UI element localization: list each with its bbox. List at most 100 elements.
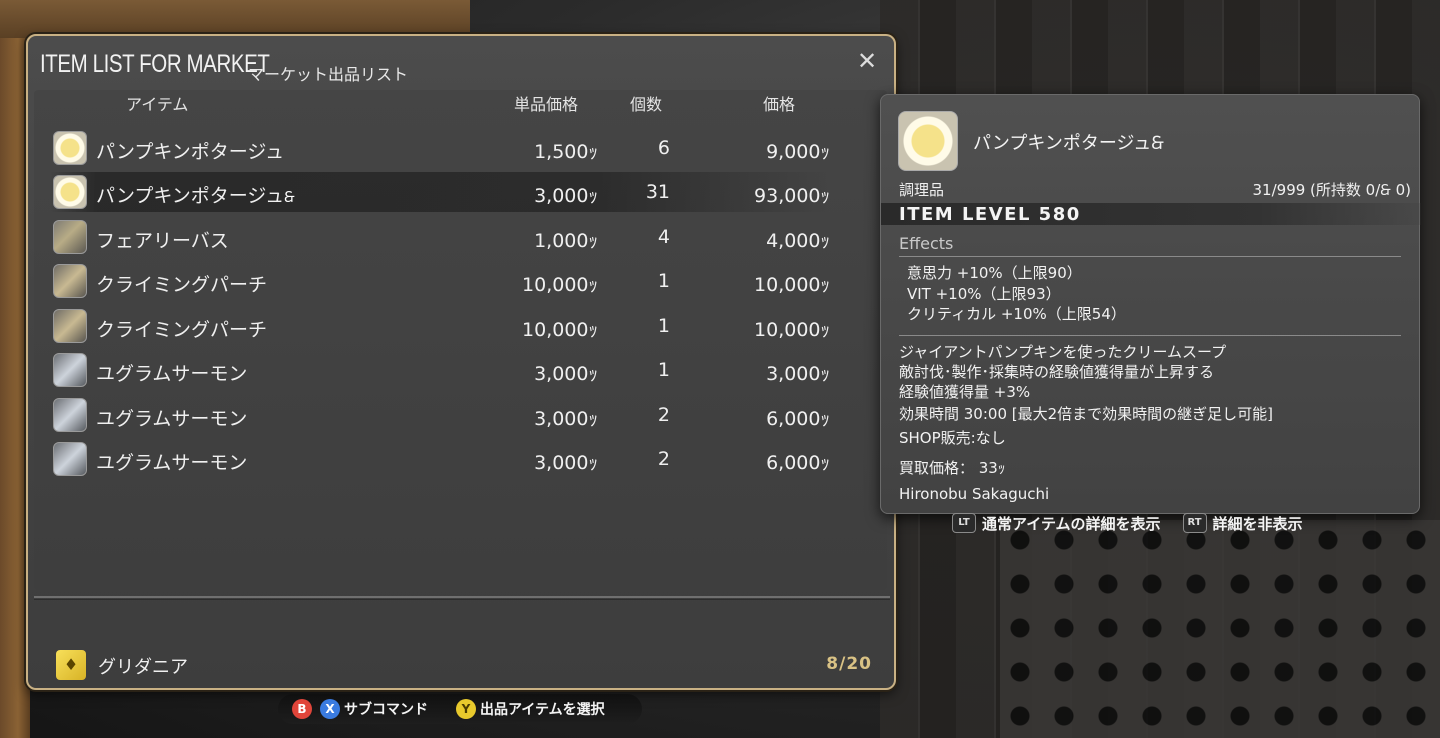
item-quantity: 2 — [657, 404, 670, 426]
item-detail-tooltip: パンプキンポタージュ🙲 調理品 31/999 (所持数 0/🙲 0) ITEM … — [880, 94, 1421, 514]
description-line: 効果時間 30:00 [最大2倍まで効果時間の継ぎ足し可能] — [899, 405, 1274, 423]
background-wood-top — [0, 0, 470, 38]
x-button-icon: X — [320, 699, 340, 719]
item-unit-price: 1,000ｯ — [534, 230, 598, 252]
hint-subcommand-label: サブコマンド — [344, 702, 428, 718]
fish-icon — [53, 220, 87, 254]
item-quantity: 2 — [657, 448, 670, 470]
item-name: フェアリーバス — [96, 230, 229, 252]
item-quantity: 1 — [657, 270, 670, 292]
item-unit-price: 3,000ｯ — [534, 408, 598, 430]
item-unit-price: 3,000ｯ — [534, 452, 598, 474]
city-crest-icon: ♦ — [56, 650, 86, 680]
item-unit-price: 1,500ｯ — [534, 141, 598, 163]
hint-show-normal-detail[interactable]: LT 通常アイテムの詳細を表示 — [952, 513, 1161, 534]
hint-hide-detail-label: 詳細を非表示 — [1212, 514, 1303, 533]
footer-divider-shadow — [34, 599, 890, 600]
hq-icon: 🙲 — [1151, 133, 1164, 154]
item-quantity: 4 — [657, 226, 670, 248]
item-unit-price: 3,000ｯ — [534, 363, 598, 385]
effect-line: 意思力 +10%（上限90） — [907, 264, 1082, 282]
item-name: クライミングパーチ — [96, 319, 268, 341]
item-price: 93,000ｯ — [754, 185, 830, 207]
close-button[interactable]: ✕ — [852, 46, 882, 76]
item-name: ユグラムサーモン — [96, 363, 248, 385]
y-button-icon: Y — [456, 699, 476, 719]
city-name: グリダニア — [98, 657, 188, 678]
window-title: ITEM LIST FOR MARKET — [40, 50, 270, 78]
column-header-price: 価格 — [763, 95, 796, 114]
soup-icon — [53, 131, 87, 165]
effect-line: VIT +10%（上限93） — [907, 285, 1061, 303]
item-price: 6,000ｯ — [766, 408, 830, 430]
background-lattice — [1000, 520, 1440, 738]
market-list-window: ITEM LIST FOR MARKET マーケット出品リスト ✕ アイテム 単… — [26, 34, 896, 690]
description-line: 経験値獲得量 +3% — [899, 383, 1031, 401]
lt-button-icon: LT — [952, 513, 976, 533]
item-unit-price: 10,000ｯ — [522, 319, 598, 341]
description-line: 敵討伐･製作･採集時の経験値獲得量が上昇する — [899, 363, 1215, 381]
item-price: 4,000ｯ — [766, 230, 830, 252]
item-row[interactable]: ユグラムサーモン 3,000ｯ 2 6,000ｯ — [50, 395, 830, 435]
item-unit-price: 10,000ｯ — [522, 274, 598, 296]
item-price: 9,000ｯ — [766, 141, 830, 163]
tooltip-hints: LT 通常アイテムの詳細を表示 RT 詳細を非表示 — [952, 510, 1325, 536]
soup-icon — [898, 111, 958, 171]
description-line: ジャイアントパンプキンを使ったクリームスープ — [899, 343, 1227, 361]
item-level: ITEM LEVEL 580 — [899, 204, 1081, 225]
tooltip-item-name: パンプキンポタージュ — [973, 133, 1152, 154]
item-name: クライミングパーチ — [96, 274, 268, 296]
item-name: ユグラムサーモン — [96, 408, 248, 430]
hint-subcommand[interactable]: X サブコマンド — [320, 699, 428, 719]
description-line: SHOP販売:なし — [899, 429, 1006, 447]
item-name: ユグラムサーモン — [96, 452, 248, 474]
fish-icon — [53, 309, 87, 343]
column-header-quantity: 個数 — [630, 95, 663, 114]
column-header-item: アイテム — [126, 95, 189, 114]
hint-select-item-label: 出品アイテムを選択 — [480, 702, 605, 718]
item-row[interactable]: クライミングパーチ 10,000ｯ 1 10,000ｯ — [50, 306, 830, 346]
b-button-icon: B — [292, 699, 312, 719]
item-price: 3,000ｯ — [766, 363, 830, 385]
item-row[interactable]: ユグラムサーモン 3,000ｯ 1 3,000ｯ — [50, 350, 830, 390]
item-quantity: 1 — [657, 315, 670, 337]
item-name: パンプキンポタージュ — [96, 141, 285, 163]
item-row-selected[interactable]: パンプキンポタージュ🙲 3,000ｯ 31 93,000ｯ — [50, 172, 830, 212]
item-unit-price: 3,000ｯ — [534, 185, 598, 207]
hint-hide-detail[interactable]: RT 詳細を非表示 — [1182, 513, 1303, 534]
item-row[interactable]: フェアリーバス 1,000ｯ 4 4,000ｯ — [50, 217, 830, 257]
rt-button-icon: RT — [1182, 513, 1207, 533]
effects-title: Effects — [899, 234, 954, 253]
item-quantity: 1 — [657, 359, 670, 381]
item-row[interactable]: クライミングパーチ 10,000ｯ 1 10,000ｯ — [50, 261, 830, 301]
window-subtitle: マーケット出品リスト — [248, 65, 409, 84]
listing-capacity: 8/20 — [826, 654, 872, 674]
item-price: 10,000ｯ — [754, 274, 830, 296]
item-quantity: 31 — [645, 181, 670, 203]
soup-icon — [53, 175, 87, 209]
tooltip-category: 調理品 — [899, 181, 945, 199]
item-row[interactable]: パンプキンポタージュ 1,500ｯ 6 9,000ｯ — [50, 128, 830, 168]
item-price: 10,000ｯ — [754, 319, 830, 341]
footer-divider — [34, 596, 890, 598]
tooltip-stack-count: 31/999 (所持数 0/🙲 0) — [1252, 181, 1411, 199]
item-name: パンプキンポタージュ — [96, 185, 285, 207]
hq-icon: 🙲 — [284, 188, 295, 206]
close-icon: ✕ — [856, 47, 878, 75]
effect-line: クリティカル +10%（上限54） — [907, 305, 1126, 323]
fish-icon — [53, 398, 87, 432]
fish-icon — [53, 353, 87, 387]
item-price: 6,000ｯ — [766, 452, 830, 474]
item-quantity: 6 — [657, 137, 670, 159]
fish-icon — [53, 264, 87, 298]
fish-icon — [53, 442, 87, 476]
item-row[interactable]: ユグラムサーモン 3,000ｯ 2 6,000ｯ — [50, 439, 830, 479]
button-hints-bar: B X サブコマンド Y 出品アイテムを選択 — [278, 694, 642, 724]
sell-price: 買取価格： 33ｯ — [899, 459, 1006, 477]
crafter-name: Hironobu Sakaguchi — [899, 485, 1050, 503]
hint-show-normal-detail-label: 通常アイテムの詳細を表示 — [982, 514, 1161, 533]
effects-divider — [899, 256, 1401, 257]
hint-back[interactable]: B — [292, 699, 316, 719]
column-header-unit-price: 単品価格 — [514, 95, 579, 114]
hint-select-item[interactable]: Y 出品アイテムを選択 — [456, 699, 605, 719]
